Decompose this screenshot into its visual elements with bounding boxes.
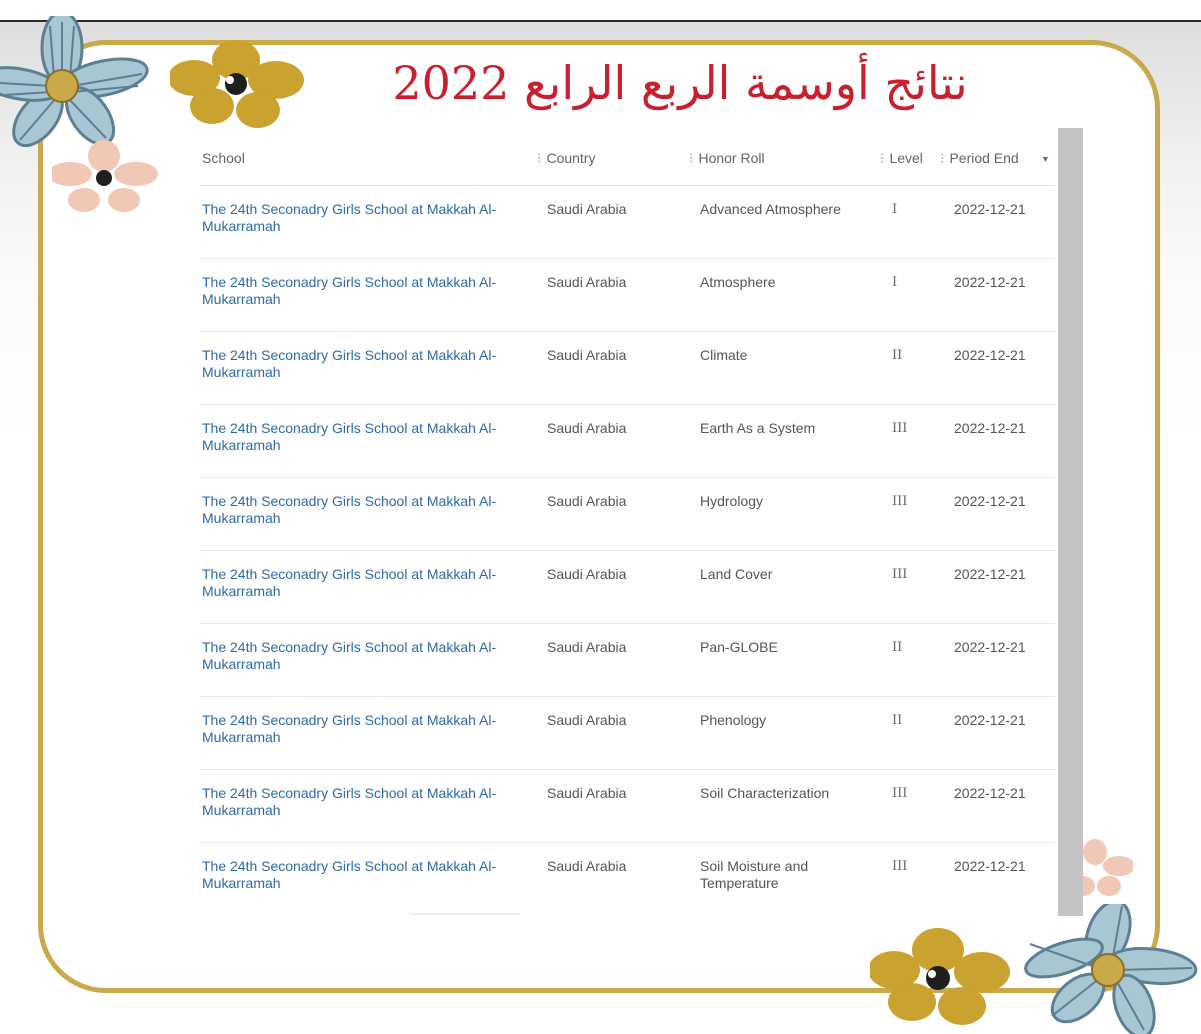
period-end-cell: 2022-12-21 bbox=[954, 493, 1026, 509]
scrollbar[interactable] bbox=[1058, 128, 1083, 916]
yellow-flower-decoration bbox=[170, 40, 304, 128]
period-end-cell: 2022-12-21 bbox=[954, 347, 1026, 363]
level-cell: III bbox=[892, 859, 908, 874]
column-separator-icon: ⁝ bbox=[940, 150, 945, 166]
column-header-period-end[interactable]: ⁝ Period End bbox=[940, 150, 1019, 167]
table-row: The 24th Seconadry Girls School at Makka… bbox=[200, 478, 1055, 551]
column-label-honor-roll: Honor Roll bbox=[698, 150, 765, 166]
yellow-flower-decoration-bottom bbox=[870, 928, 1010, 1025]
honor-roll-cell: Phenology bbox=[700, 712, 767, 728]
country-cell: Saudi Arabia bbox=[547, 347, 627, 363]
table-row: The 24th Seconadry Girls School at Makka… bbox=[200, 186, 1055, 259]
honor-roll-cell: Atmosphere bbox=[700, 274, 776, 290]
level-cell: I bbox=[892, 202, 898, 217]
level-cell: III bbox=[892, 494, 908, 509]
period-end-cell: 2022-12-21 bbox=[954, 639, 1026, 655]
country-cell: Saudi Arabia bbox=[547, 785, 627, 801]
country-cell: Saudi Arabia bbox=[547, 420, 627, 436]
table-row: The 24th Seconadry Girls School at Makka… bbox=[200, 332, 1055, 405]
honor-roll-cell: Soil Moisture and Temperature bbox=[700, 858, 809, 891]
honor-roll-cell: Climate bbox=[700, 347, 748, 363]
period-end-cell: 2022-12-21 bbox=[954, 274, 1026, 290]
table-row: The 24th Seconadry Girls School at Makka… bbox=[200, 551, 1055, 624]
column-header-honor-roll[interactable]: ⁝ Honor Roll bbox=[689, 150, 765, 167]
country-cell: Saudi Arabia bbox=[547, 493, 627, 509]
school-link[interactable]: The 24th Seconadry Girls School at Makka… bbox=[202, 858, 537, 892]
table-footer-divider bbox=[410, 913, 520, 915]
country-cell: Saudi Arabia bbox=[547, 201, 627, 217]
column-separator-icon: ⁝ bbox=[689, 150, 694, 166]
period-end-cell: 2022-12-21 bbox=[954, 858, 1026, 874]
level-cell: III bbox=[892, 421, 908, 436]
country-cell: Saudi Arabia bbox=[547, 566, 627, 582]
level-cell: II bbox=[892, 348, 903, 363]
country-cell: Saudi Arabia bbox=[547, 274, 627, 290]
column-label-country: Country bbox=[546, 150, 596, 166]
school-link[interactable]: The 24th Seconadry Girls School at Makka… bbox=[202, 566, 537, 600]
table-row: The 24th Seconadry Girls School at Makka… bbox=[200, 697, 1055, 770]
school-link[interactable]: The 24th Seconadry Girls School at Makka… bbox=[202, 420, 537, 454]
honor-roll-cell: Land Cover bbox=[700, 566, 773, 582]
period-end-cell: 2022-12-21 bbox=[954, 420, 1026, 436]
level-cell: II bbox=[892, 640, 903, 655]
period-end-cell: 2022-12-21 bbox=[954, 712, 1026, 728]
table-header: School ⁝ Country ⁝ Honor Roll ⁝ Level ⁝ Peri… bbox=[200, 140, 1055, 186]
country-cell: Saudi Arabia bbox=[547, 639, 627, 655]
table-row: The 24th Seconadry Girls School at Makka… bbox=[200, 405, 1055, 478]
period-end-cell: 2022-12-21 bbox=[954, 566, 1026, 582]
country-cell: Saudi Arabia bbox=[547, 858, 627, 874]
column-label-school: School bbox=[202, 150, 245, 166]
period-end-cell: 2022-12-21 bbox=[954, 785, 1026, 801]
column-header-country[interactable]: ⁝ Country bbox=[537, 150, 595, 167]
period-end-cell: 2022-12-21 bbox=[954, 201, 1026, 217]
school-link[interactable]: The 24th Seconadry Girls School at Makka… bbox=[202, 785, 537, 819]
country-cell: Saudi Arabia bbox=[547, 712, 627, 728]
honor-roll-cell: Soil Characterization bbox=[700, 785, 830, 801]
column-separator-icon: ⁝ bbox=[880, 150, 885, 166]
table-body: The 24th Seconadry Girls School at Makka… bbox=[200, 186, 1055, 915]
column-header-level[interactable]: ⁝ Level bbox=[880, 150, 923, 167]
page-title: نتائج أوسمة الربع الرابع 2022 bbox=[392, 56, 968, 110]
top-bar bbox=[0, 0, 1201, 22]
blue-flower-decoration-bottom bbox=[1024, 904, 1198, 1034]
honor-roll-cell: Earth As a System bbox=[700, 420, 816, 436]
school-link[interactable]: The 24th Seconadry Girls School at Makka… bbox=[202, 347, 537, 381]
table-row: The 24th Seconadry Girls School at Makka… bbox=[200, 259, 1055, 332]
honor-roll-cell: Pan-GLOBE bbox=[700, 639, 778, 655]
column-separator-icon: ⁝ bbox=[537, 150, 542, 166]
school-link[interactable]: The 24th Seconadry Girls School at Makka… bbox=[202, 201, 537, 235]
table-row: The 24th Seconadry Girls School at Makka… bbox=[200, 770, 1055, 843]
honor-roll-cell: Advanced Atmosphere bbox=[700, 201, 841, 217]
table-row: The 24th Seconadry Girls School at Makka… bbox=[200, 624, 1055, 697]
table-row: The 24th Seconadry Girls School at Makka… bbox=[200, 843, 1055, 915]
level-cell: III bbox=[892, 786, 908, 801]
school-link[interactable]: The 24th Seconadry Girls School at Makka… bbox=[202, 493, 537, 527]
level-cell: III bbox=[892, 567, 908, 582]
sort-descending-icon[interactable]: ▼ bbox=[1041, 154, 1050, 164]
level-cell: II bbox=[892, 713, 903, 728]
honor-roll-cell: Hydrology bbox=[700, 493, 764, 509]
school-link[interactable]: The 24th Seconadry Girls School at Makka… bbox=[202, 274, 537, 308]
school-link[interactable]: The 24th Seconadry Girls School at Makka… bbox=[202, 712, 537, 746]
level-cell: I bbox=[892, 275, 898, 290]
column-header-school[interactable]: School bbox=[202, 150, 245, 166]
column-label-level: Level bbox=[889, 150, 923, 166]
school-link[interactable]: The 24th Seconadry Girls School at Makka… bbox=[202, 639, 537, 673]
blue-flower-decoration bbox=[0, 16, 149, 148]
column-label-period-end: Period End bbox=[949, 150, 1019, 166]
pink-flower-decoration bbox=[52, 140, 158, 212]
